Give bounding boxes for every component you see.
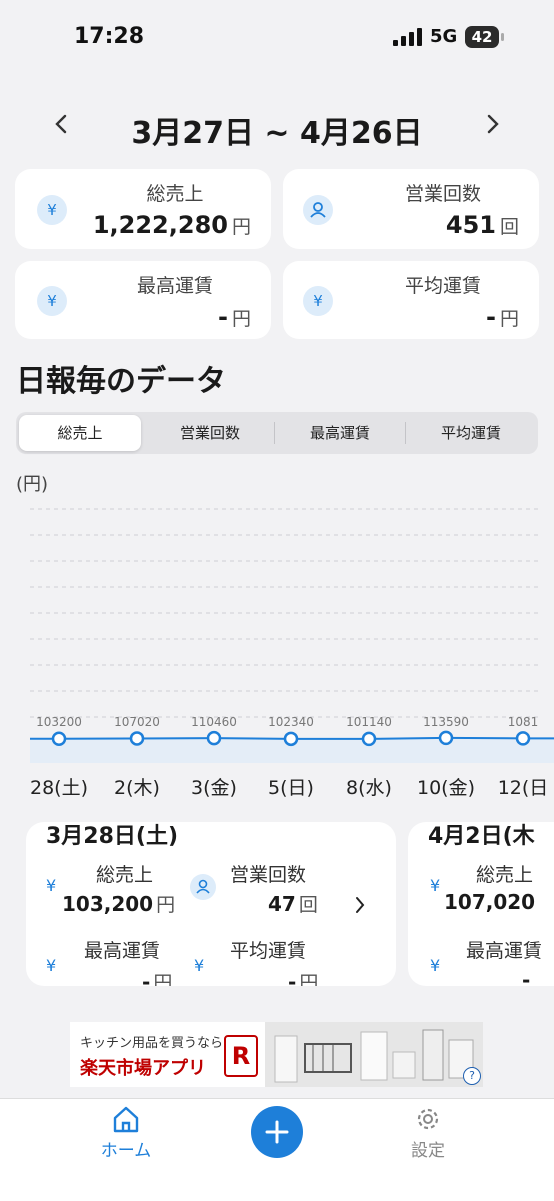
data-point (206, 730, 222, 746)
rakuten-logo: R (224, 1035, 258, 1077)
tab-total-sales[interactable]: 総売上 (19, 415, 141, 451)
tab-max-fare[interactable]: 最高運賃 (276, 415, 404, 451)
day-max-fare-label: 最高運賃 (466, 940, 543, 962)
data-point (361, 731, 377, 747)
x-tick-label: 12(日 (498, 777, 549, 799)
total-sales-label: 総売上 (146, 183, 204, 205)
data-point (283, 731, 299, 747)
day-card-date: 3月28日(土) (46, 824, 179, 849)
ad-text-line1: キッチン用品を買うなら (80, 1036, 224, 1051)
yen-icon: ¥ (46, 876, 57, 895)
day-total-sales-label: 総売上 (476, 864, 534, 886)
max-fare-label: 最高運賃 (136, 275, 213, 297)
day-avg-fare-value: -円 (288, 970, 319, 986)
day-max-fare-value: - (522, 968, 531, 986)
ad-banner[interactable]: キッチン用品を買うなら 楽天市場アプリ R ? (70, 1022, 483, 1087)
day-max-fare-label: 最高運賃 (84, 940, 161, 962)
day-trip-count-value: 47 回 (268, 892, 318, 916)
trip-count-label: 営業回数 (404, 183, 481, 205)
day-trip-count-label: 営業回数 (230, 864, 307, 886)
trip-count-value: 451 回 (445, 211, 519, 239)
ad-info-icon[interactable]: ? (463, 1067, 481, 1085)
data-label: 103200 (36, 715, 82, 729)
status-time: 17:28 (74, 24, 145, 49)
date-range-title: 3月27日 ~ 4月26日 (131, 116, 423, 151)
data-label: 102340 (268, 715, 314, 729)
ad-text-line2: 楽天市場アプリ (80, 1058, 206, 1079)
tab-trip-count[interactable]: 営業回数 (146, 415, 274, 451)
total-sales-value: 1,222,280 円 (92, 211, 251, 239)
x-tick-label: 28(土) (30, 777, 88, 799)
tab-avg-fare[interactable]: 平均運賃 (407, 415, 535, 451)
x-tick-label: 5(日) (268, 777, 314, 799)
yen-icon: ¥ (46, 956, 57, 975)
day-card-0328[interactable]: 3月28日(土) ¥ 総売上 103,200 円 営業回数 47 回 ¥ 最高運賃 … (26, 822, 396, 986)
data-label: 110460 (191, 715, 237, 729)
ad-product-image (265, 1022, 483, 1087)
total-sales-card: ¥ 総売上 1,222,280 円 (15, 169, 271, 249)
x-tick-label: 8(水) (346, 777, 392, 799)
x-tick-label: 3(金) (191, 777, 237, 799)
tab-home[interactable]: ホーム (98, 1104, 154, 1161)
day-avg-fare-label: 平均運賃 (230, 940, 307, 962)
avg-fare-label: 平均運賃 (404, 275, 481, 297)
network-type: 5G (430, 26, 458, 47)
day-total-sales-value: 107,020 (444, 890, 536, 914)
home-icon (113, 1106, 139, 1133)
day-max-fare-value: -円 (142, 970, 173, 986)
section-title: 日報毎のデータ (16, 364, 226, 399)
yen-icon: ¥ (37, 286, 67, 316)
max-fare-card: ¥ 最高運賃 -円 (15, 261, 271, 339)
avg-fare-card: ¥ 平均運賃 -円 (283, 261, 539, 339)
yen-icon: ¥ (37, 195, 67, 225)
daily-sales-chart: 103200 28(土) 107020 2(木) 110460 3(金) 102340 5(日… (30, 508, 554, 799)
day-total-sales-value: 103,200 円 (62, 892, 176, 916)
data-label: 101140 (346, 715, 392, 729)
yen-icon: ¥ (430, 956, 441, 975)
next-period-button[interactable] (478, 114, 508, 140)
data-point (438, 730, 454, 746)
add-button[interactable] (251, 1106, 303, 1158)
x-tick-label: 2(木) (114, 777, 160, 799)
plus-icon (265, 1120, 289, 1144)
max-fare-value: -円 (218, 303, 251, 331)
tab-settings[interactable]: 設定 (400, 1104, 456, 1161)
tab-settings-label: 設定 (411, 1141, 445, 1161)
chevron-right-icon (354, 896, 366, 918)
data-point (51, 731, 67, 746)
data-point (129, 731, 145, 746)
day-total-sales-label: 総売上 (96, 864, 154, 886)
battery-level: 42 (465, 26, 499, 48)
person-icon (190, 874, 216, 900)
signal-icon (393, 28, 422, 46)
day-card-date: 4月2日(木 (428, 824, 535, 849)
chevron-right-icon (487, 114, 499, 134)
chart-unit-label: (円) (16, 474, 49, 495)
data-label: 113590 (423, 715, 469, 729)
avg-fare-value: -円 (486, 303, 519, 331)
x-tick-label: 10(金) (417, 777, 475, 799)
yen-icon: ¥ (303, 286, 333, 316)
data-label: 1081 (508, 715, 539, 729)
data-point (515, 731, 531, 746)
trip-count-card: 営業回数 451 回 (283, 169, 539, 249)
yen-icon: ¥ (430, 876, 441, 895)
day-card-0402[interactable]: 4月2日(木 ¥ 総売上 107,020 ¥ 最高運賃 - (408, 822, 554, 986)
battery-icon: 42 (465, 26, 505, 48)
gear-icon (417, 1108, 439, 1130)
metric-segmented-control: 総売上 営業回数 最高運賃 平均運賃 (16, 412, 538, 454)
person-icon (303, 195, 333, 225)
data-label: 107020 (114, 715, 160, 729)
yen-icon: ¥ (194, 956, 205, 975)
tab-home-label: ホーム (100, 1141, 152, 1161)
